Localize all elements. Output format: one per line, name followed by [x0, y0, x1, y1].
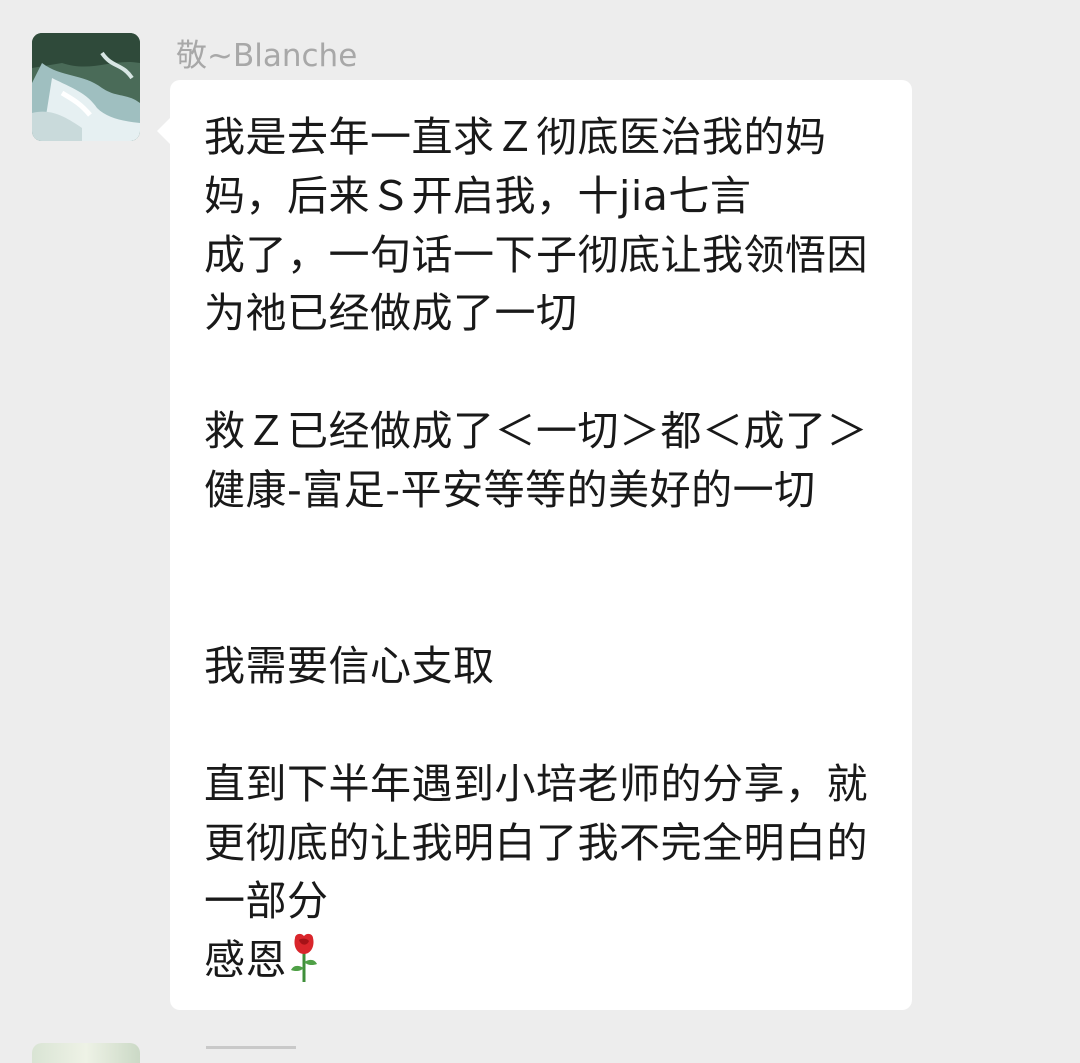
- sender-name: 敬~Blanche: [176, 38, 358, 74]
- message-text: 我是去年一直求Ｚ彻底医治我的妈妈，后来Ｓ开启我，十jia七言 成了，一句话一下子…: [204, 108, 894, 990]
- message-bubble[interactable]: 我是去年一直求Ｚ彻底医治我的妈妈，后来Ｓ开启我，十jia七言 成了，一句话一下子…: [157, 80, 912, 1010]
- rose-icon: [287, 932, 321, 984]
- bubble-tail: [157, 118, 170, 144]
- sender-avatar[interactable]: [32, 33, 140, 141]
- waterfall-photo-avatar: [32, 33, 140, 141]
- message-body: 我是去年一直求Ｚ彻底医治我的妈妈，后来Ｓ开启我，十jia七言 成了，一句话一下子…: [204, 113, 868, 985]
- next-message-avatar[interactable]: [32, 1043, 140, 1063]
